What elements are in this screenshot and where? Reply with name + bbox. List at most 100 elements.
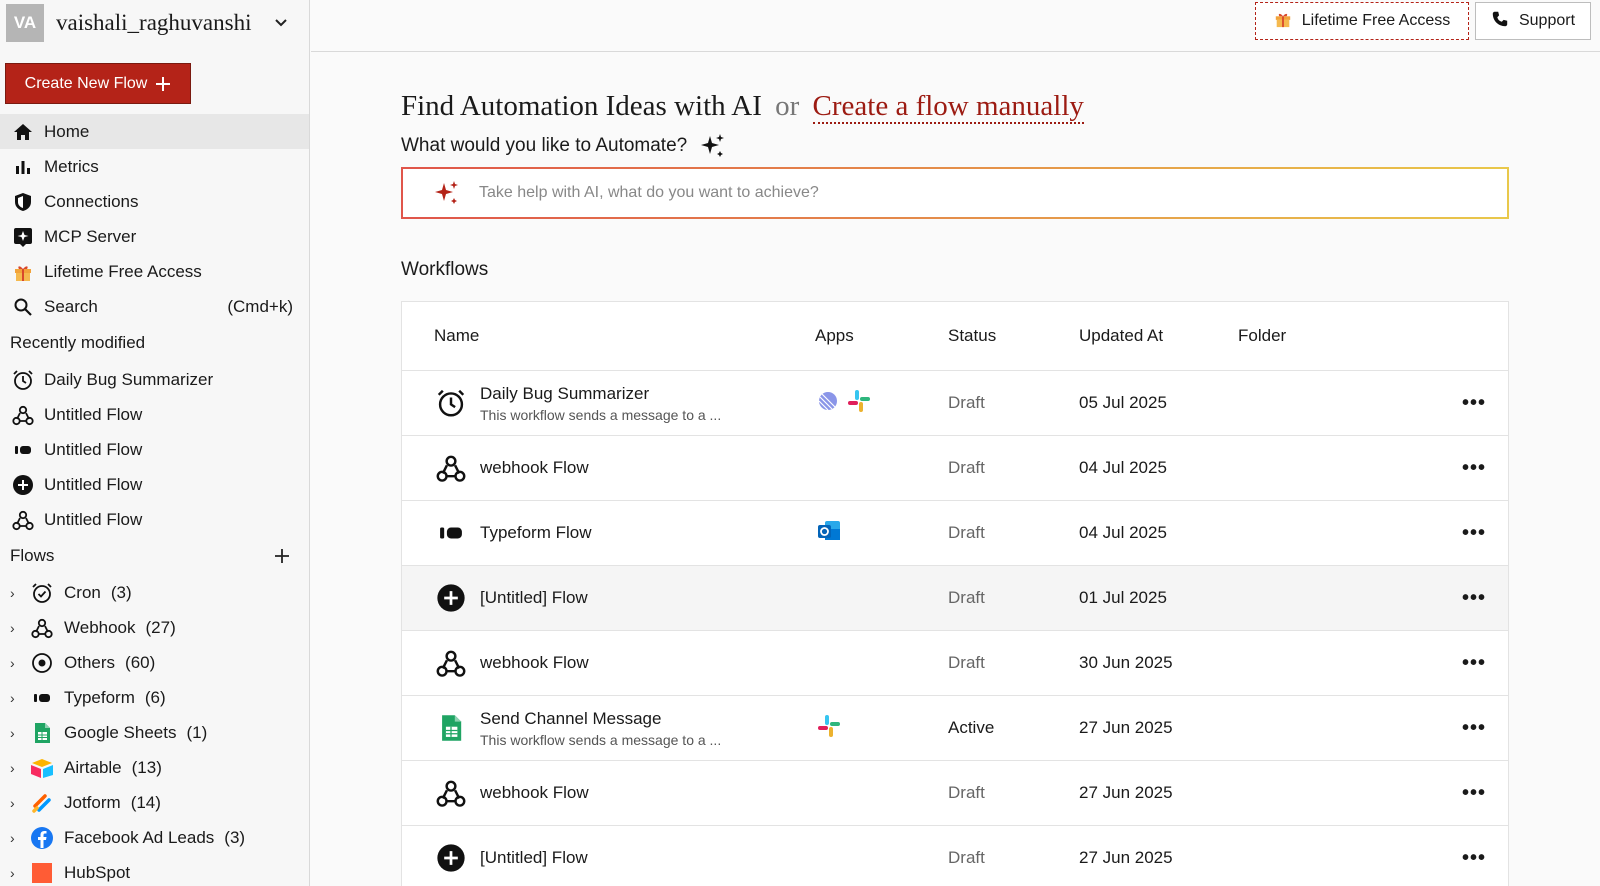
column-header-updated-at[interactable]: Updated At (1079, 326, 1163, 346)
automate-subheading: What would you like to Automate? (401, 132, 727, 160)
table-row[interactable]: Typeform Flow Draft 04 Jul 2025 ••• (402, 501, 1508, 566)
ai-prompt-input[interactable] (479, 184, 1379, 202)
more-options-icon[interactable]: ••• (1462, 457, 1486, 480)
folder-hubspot[interactable]: › HubSpot (0, 855, 309, 886)
folder-airtable[interactable]: › Airtable (13) (0, 750, 309, 785)
workflow-status: Draft (948, 458, 985, 477)
table-row[interactable]: webhook Flow Draft 27 Jun 2025 ••• (402, 761, 1508, 826)
chevron-right-icon[interactable]: › (10, 655, 20, 671)
column-header-folder[interactable]: Folder (1238, 326, 1286, 346)
alarm-clock-icon (434, 386, 468, 420)
table-row[interactable]: [Untitled] Flow Draft 01 Jul 2025 ••• (402, 566, 1508, 631)
folder-count: (6) (144, 687, 166, 707)
typeform-icon (12, 439, 34, 461)
slack-icon (815, 712, 843, 745)
more-options-icon[interactable]: ••• (1462, 522, 1486, 545)
sidebar-item-connections[interactable]: Connections (0, 184, 309, 219)
flows-header: Flows (0, 537, 309, 575)
sidebar-nav: Home Metrics Connections MCP Server Life… (0, 114, 309, 886)
workflow-updated-at: 01 Jul 2025 (1079, 588, 1167, 607)
column-header-status[interactable]: Status (948, 326, 996, 346)
workflow-apps (815, 517, 843, 550)
folder-facebook-ad-leads[interactable]: › Facebook Ad Leads (3) (0, 820, 309, 855)
webhook-icon (434, 646, 468, 680)
table-row[interactable]: [Untitled] Flow Draft 27 Jun 2025 ••• (402, 826, 1508, 886)
chevron-right-icon[interactable]: › (10, 690, 20, 706)
main-content: Find Automation Ideas with AI or Create … (311, 52, 1600, 886)
username: vaishali_raghuvanshi (56, 10, 252, 35)
create-flow-manually-link[interactable]: Create a flow manually (812, 90, 1084, 124)
table-row[interactable]: webhook Flow Draft 30 Jun 2025 ••• (402, 631, 1508, 696)
workflow-updated-at: 27 Jun 2025 (1079, 848, 1173, 867)
workflow-description: This workflow sends a message to a ... (480, 731, 722, 748)
create-new-flow-button[interactable]: Create New Flow (5, 63, 191, 104)
sidebar-item-mcp-server[interactable]: MCP Server (0, 219, 309, 254)
folder-google-sheets[interactable]: › Google Sheets (1) (0, 715, 309, 750)
workflow-text: Send Channel Message This workflow sends… (480, 709, 721, 748)
workflow-updated-at: 04 Jul 2025 (1079, 458, 1167, 477)
recent-item[interactable]: Untitled Flow (0, 397, 309, 432)
recent-item[interactable]: Untitled Flow (0, 502, 309, 537)
facebook-icon (30, 826, 54, 850)
more-options-icon[interactable]: ••• (1462, 652, 1486, 675)
table-row[interactable]: webhook Flow Draft 04 Jul 2025 ••• (402, 436, 1508, 501)
user-menu[interactable]: VA vaishali_raghuvanshi (0, 0, 309, 46)
recent-item[interactable]: Untitled Flow (0, 432, 309, 467)
recent-item[interactable]: Untitled Flow (0, 467, 309, 502)
workflow-name-cell: [Untitled] Flow (434, 581, 588, 615)
folder-typeform[interactable]: › Typeform (6) (0, 680, 309, 715)
hubspot-icon (30, 861, 54, 885)
workflow-name-cell: Daily Bug Summarizer This workflow sends… (434, 384, 721, 423)
chevron-right-icon[interactable]: › (10, 620, 20, 636)
subheading-text: What would you like to Automate? (401, 135, 688, 156)
more-options-icon[interactable]: ••• (1462, 717, 1486, 740)
folder-others[interactable]: › Others (60) (0, 645, 309, 680)
workflow-status: Draft (948, 653, 985, 672)
chevron-right-icon[interactable]: › (10, 725, 20, 741)
folder-jotform[interactable]: › Jotform (14) (0, 785, 309, 820)
sidebar-item-metrics[interactable]: Metrics (0, 149, 309, 184)
support-button[interactable]: Support (1475, 2, 1591, 40)
create-new-flow-label: Create New Flow (24, 74, 148, 92)
more-options-icon[interactable]: ••• (1462, 782, 1486, 805)
sidebar-item-label: Connections (44, 191, 139, 211)
typeform-icon (434, 516, 468, 550)
sidebar-item-lifetime-free-access[interactable]: Lifetime Free Access (0, 254, 309, 289)
folder-cron[interactable]: › Cron (3) (0, 575, 309, 610)
folder-count: (27) (145, 617, 176, 637)
sidebar-item-label: Lifetime Free Access (44, 261, 202, 281)
table-header-row: Name Apps Status Updated At Folder (402, 302, 1508, 371)
heading-ai: Find Automation Ideas with AI (401, 90, 762, 122)
folder-webhook[interactable]: › Webhook (27) (0, 610, 309, 645)
workflow-text: webhook Flow (480, 458, 589, 478)
folder-label: Cron (64, 582, 101, 602)
search-shortcut: (Cmd+k) (227, 296, 293, 316)
column-header-name[interactable]: Name (434, 326, 479, 346)
chevron-right-icon[interactable]: › (10, 585, 20, 601)
sidebar-item-home[interactable]: Home (0, 114, 309, 149)
folder-label: Jotform (64, 792, 121, 812)
plus-circle-icon (12, 474, 34, 496)
more-options-icon[interactable]: ••• (1462, 847, 1486, 870)
more-options-icon[interactable]: ••• (1462, 587, 1486, 610)
sparkles-icon (701, 134, 725, 157)
alarm-clock-icon (12, 369, 34, 391)
chevron-right-icon[interactable]: › (10, 830, 20, 846)
phone-icon (1491, 10, 1509, 33)
workflow-text: webhook Flow (480, 783, 589, 803)
gift-icon (1274, 10, 1292, 33)
workflow-updated-at: 05 Jul 2025 (1079, 393, 1167, 412)
more-options-icon[interactable]: ••• (1462, 392, 1486, 415)
chevron-right-icon[interactable]: › (10, 760, 20, 776)
recent-item[interactable]: Daily Bug Summarizer (0, 362, 309, 397)
sidebar-item-search[interactable]: Search (Cmd+k) (0, 289, 309, 324)
lifetime-free-access-button[interactable]: Lifetime Free Access (1255, 2, 1469, 40)
workflow-status: Draft (948, 523, 985, 542)
table-row[interactable]: Daily Bug Summarizer This workflow sends… (402, 371, 1508, 436)
table-row[interactable]: Send Channel Message This workflow sends… (402, 696, 1508, 761)
target-icon (30, 651, 54, 675)
add-folder-icon[interactable] (273, 547, 291, 565)
chevron-right-icon[interactable]: › (10, 795, 20, 811)
chevron-right-icon[interactable]: › (10, 865, 20, 881)
slack-icon (845, 387, 873, 420)
